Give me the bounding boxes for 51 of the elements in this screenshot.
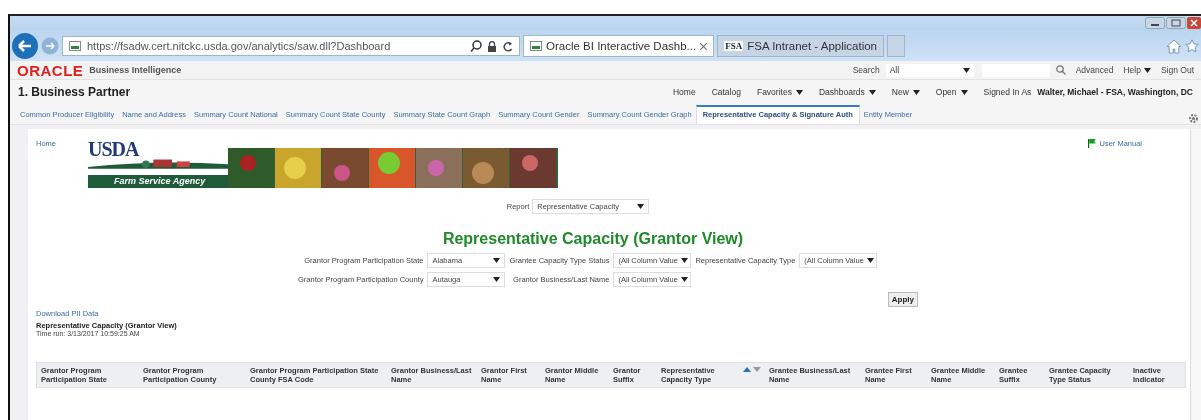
nav-link[interactable]: Home xyxy=(672,87,696,97)
search-scope-dropdown[interactable]: All xyxy=(885,63,974,77)
dashboard-title: 1. Business Partner xyxy=(18,85,131,99)
user-name: Walter, Michael - FSA, Washington, DC xyxy=(1037,87,1193,97)
search-label: Search xyxy=(852,65,880,75)
settings-icon[interactable] xyxy=(1188,113,1199,124)
nav-menu[interactable]: Favorites xyxy=(756,87,803,97)
agency-name: Farm Service Agency xyxy=(88,175,228,188)
caret-icon[interactable] xyxy=(680,277,688,282)
caret-icon[interactable] xyxy=(795,89,803,95)
header-link[interactable]: Sign Out xyxy=(1160,65,1194,75)
page-icon xyxy=(69,41,81,51)
header-link[interactable]: Advanced xyxy=(1075,65,1114,75)
caret-icon[interactable] xyxy=(962,67,970,73)
minimize-icon[interactable] xyxy=(1145,17,1165,29)
caret-icon[interactable] xyxy=(637,204,645,209)
star-icon[interactable] xyxy=(1185,39,1199,53)
caret-icon[interactable] xyxy=(1143,67,1151,73)
back-icon[interactable] xyxy=(12,33,38,59)
signed-in-label: Signed In As xyxy=(983,87,1032,97)
close-icon[interactable] xyxy=(1187,17,1201,29)
refresh-icon[interactable] xyxy=(502,40,513,52)
browser-tab[interactable]: Oracle BI Interactive Dashb... xyxy=(523,35,715,57)
brand-logo: ORACLE xyxy=(17,61,84,79)
fsa-logo: FSA xyxy=(724,41,744,51)
page-icon xyxy=(530,41,542,51)
sort-icon[interactable] xyxy=(743,366,761,373)
caret-icon[interactable] xyxy=(493,277,501,282)
apply-button[interactable]: Apply xyxy=(887,292,918,307)
nav-menu[interactable]: New xyxy=(891,87,920,97)
address-bar[interactable]: https://fsadw.cert.nitckc.usda.gov/analytics/saw.dll?Dashboard xyxy=(62,36,520,56)
close-icon[interactable] xyxy=(700,42,708,50)
caret-icon[interactable] xyxy=(960,89,968,95)
scrollbar[interactable] xyxy=(1190,129,1201,420)
home-icon[interactable] xyxy=(1166,38,1182,54)
caret-icon[interactable] xyxy=(912,89,920,95)
caret-icon[interactable] xyxy=(493,258,501,263)
lock-icon xyxy=(488,40,496,52)
browser-tab[interactable]: FSA FSA Intranet - Application xyxy=(717,35,884,57)
caret-icon[interactable] xyxy=(866,258,874,263)
help-menu[interactable]: Help xyxy=(1123,65,1151,75)
product-name: Business Intelligence xyxy=(89,65,182,75)
report-title: Representative Capacity (Grantor View) xyxy=(441,230,745,248)
nav-link[interactable]: Catalog xyxy=(711,87,741,97)
nav-menu[interactable]: Open xyxy=(935,87,968,97)
search-icon[interactable] xyxy=(470,40,482,52)
caret-icon[interactable] xyxy=(868,89,876,95)
flag-icon xyxy=(1088,139,1097,148)
nav-menu[interactable]: Dashboards xyxy=(818,87,876,97)
usda-logo: USDA xyxy=(88,139,140,159)
caret-icon[interactable] xyxy=(680,258,688,263)
